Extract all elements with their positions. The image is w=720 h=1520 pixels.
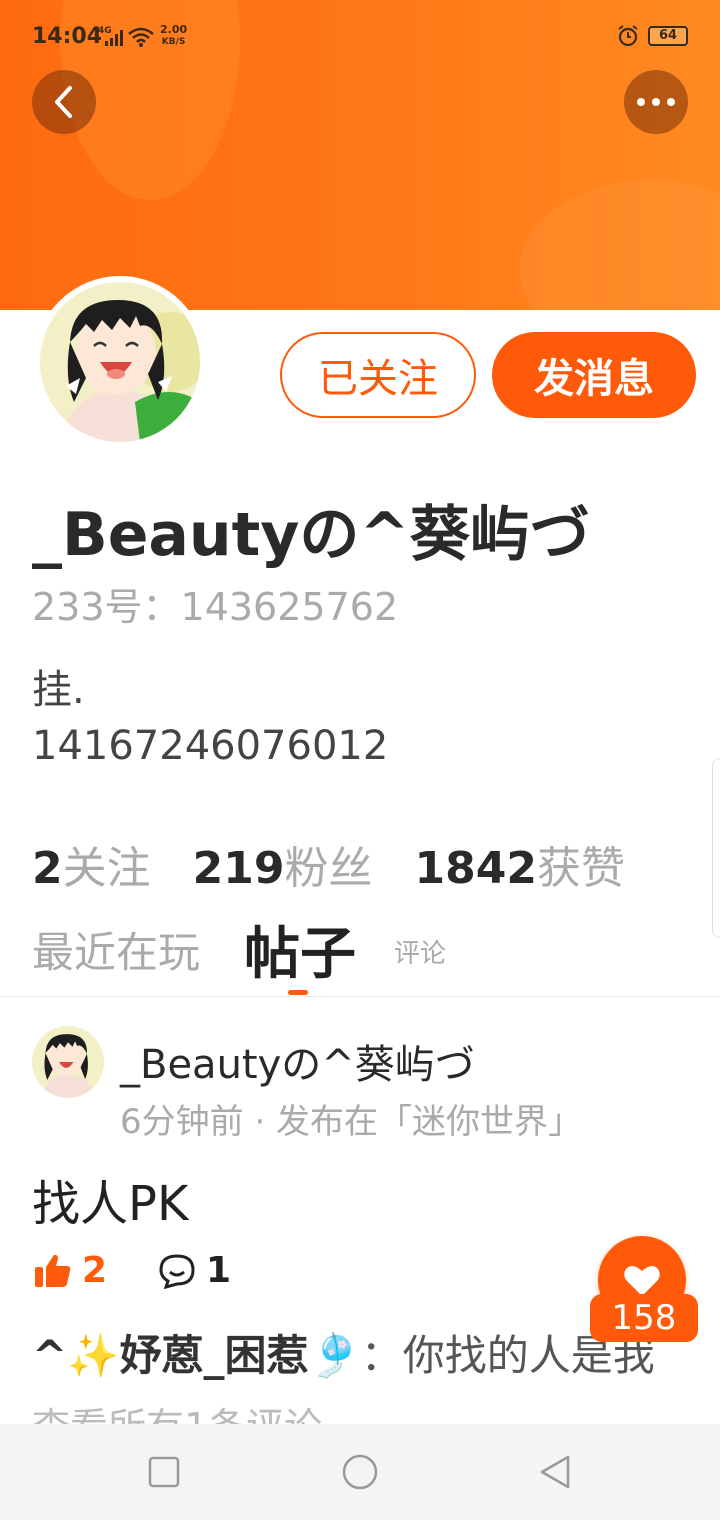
comment-author: ^✨妤蒽_困惹🎐	[32, 1331, 361, 1380]
active-tab-indicator	[288, 990, 308, 995]
stat-label: 粉丝	[284, 843, 373, 894]
status-time: 14:04	[32, 24, 103, 49]
send-message-button[interactable]: 发消息	[492, 332, 696, 418]
bio-line: 挂.	[32, 667, 85, 713]
stat-followers[interactable]: 219粉丝	[193, 832, 373, 896]
tab-recent-played[interactable]: 最近在玩	[32, 919, 200, 980]
comment-count: 1	[206, 1250, 232, 1291]
comment-button[interactable]: 1	[158, 1250, 231, 1291]
post-author-name[interactable]: _Beautyの^葵屿づ	[120, 1032, 475, 1090]
profile-avatar[interactable]	[34, 276, 210, 448]
profile-username: _Beautyの^葵屿づ	[32, 500, 590, 570]
profile-header: 14:04 4G 2.00 KB/S 64	[0, 0, 720, 310]
back-button[interactable]	[32, 70, 96, 134]
comment-bubble-icon	[159, 1253, 195, 1289]
divider	[0, 996, 720, 997]
favorite-count-badge: 158	[590, 1294, 698, 1342]
tab-posts[interactable]: 帖子	[244, 909, 356, 990]
avatar-image	[40, 282, 210, 442]
header-decoration	[520, 180, 720, 310]
alarm-icon	[618, 25, 638, 47]
back-triangle-icon[interactable]	[538, 1454, 574, 1490]
home-circle-icon[interactable]	[342, 1454, 378, 1490]
stat-label: 关注	[62, 843, 151, 894]
profile-tabs: 最近在玩 帖子 评论	[32, 916, 692, 996]
speed-value: 2.00	[160, 23, 188, 36]
battery-indicator: 64	[648, 26, 688, 46]
more-dots-icon	[637, 98, 675, 106]
heart-icon	[624, 1265, 660, 1296]
chevron-left-icon	[55, 86, 72, 118]
signal-icon	[105, 30, 123, 46]
bio-line: 14167246076012	[32, 723, 389, 769]
stat-label: 获赞	[536, 843, 625, 894]
stat-number: 2	[32, 843, 63, 894]
post-meta: 6分钟前 · 发布在「迷你世界」	[120, 1102, 583, 1142]
network-speed: 2.00 KB/S	[160, 24, 187, 48]
like-button[interactable]: 2	[34, 1250, 107, 1291]
post-content[interactable]: 找人PK	[32, 1164, 188, 1234]
recents-square-icon[interactable]	[146, 1454, 182, 1490]
profile-uid: 233号：143625762	[32, 585, 399, 629]
stat-number: 1842	[414, 843, 537, 894]
thumbs-up-icon	[35, 1254, 71, 1287]
status-bar: 14:04 4G 2.00 KB/S 64	[0, 0, 720, 72]
tab-comments[interactable]: 评论	[394, 933, 446, 970]
stat-following[interactable]: 2关注	[32, 832, 151, 896]
like-count: 2	[82, 1250, 108, 1291]
side-drawer-handle[interactable]	[712, 758, 720, 938]
stat-number: 219	[192, 843, 285, 894]
stat-likes: 1842获赞	[414, 832, 624, 896]
followed-button[interactable]: 已关注	[280, 332, 476, 418]
system-navigation-bar	[0, 1424, 720, 1520]
comment-preview[interactable]: ^✨妤蒽_困惹🎐：你找的人是我	[32, 1322, 655, 1383]
wifi-icon	[128, 27, 154, 47]
more-options-button[interactable]	[624, 70, 688, 134]
speed-unit: KB/S	[161, 37, 186, 47]
profile-stats: 2关注 219粉丝 1842获赞	[32, 832, 625, 896]
post-author-avatar[interactable]	[32, 1026, 104, 1098]
profile-bio: 挂. 14167246076012	[32, 662, 388, 774]
